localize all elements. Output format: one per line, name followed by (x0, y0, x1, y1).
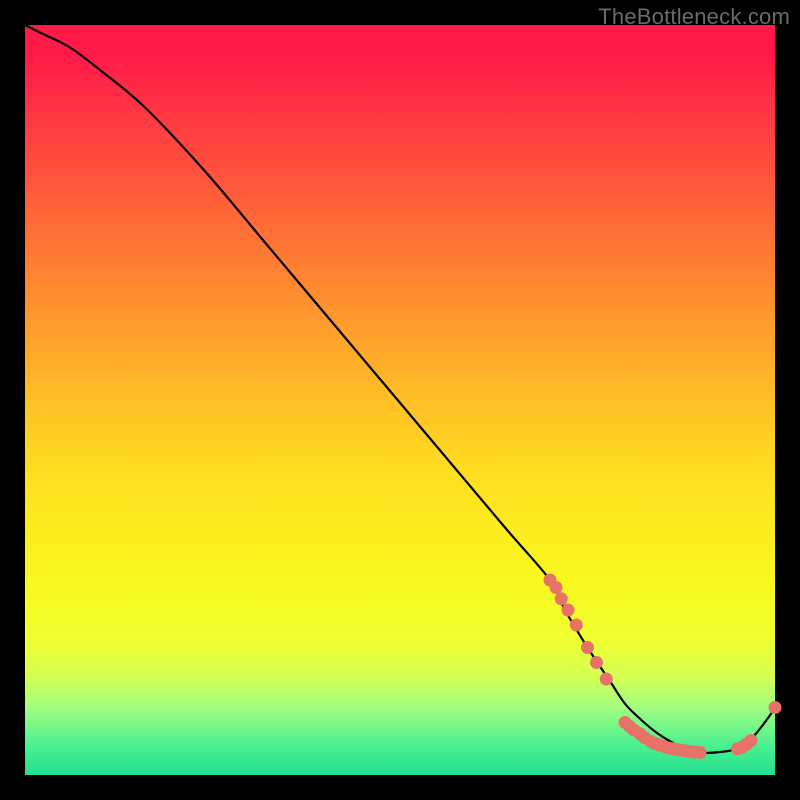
data-marker (745, 734, 758, 747)
chart-markers (544, 574, 782, 760)
data-marker (555, 592, 568, 605)
data-marker (769, 701, 782, 714)
plot-area (25, 25, 775, 775)
data-marker (581, 641, 594, 654)
chart-svg (25, 25, 775, 775)
data-marker (694, 746, 707, 759)
bottleneck-curve (25, 25, 775, 753)
data-marker (562, 604, 575, 617)
data-marker (600, 673, 613, 686)
data-marker (570, 619, 583, 632)
chart-stage: TheBottleneck.com (0, 0, 800, 800)
data-marker (590, 656, 603, 669)
data-marker (550, 581, 563, 594)
